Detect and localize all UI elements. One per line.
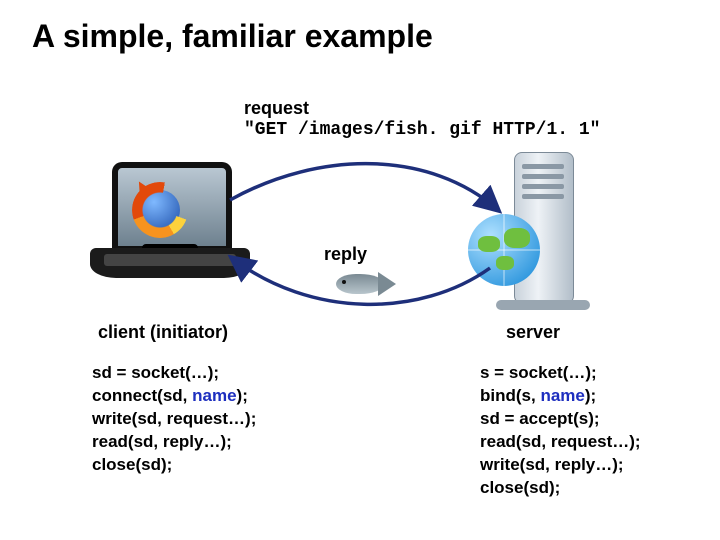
request-label: request	[244, 98, 309, 119]
slide: A simple, familiar example request "GET …	[0, 0, 720, 540]
client-code-line: write(sd, request…);	[92, 408, 256, 431]
client-label: client (initiator)	[98, 322, 228, 343]
fish-icon	[322, 270, 400, 300]
client-code-line: read(sd, reply…);	[92, 431, 256, 454]
server-code: s = socket(…); bind(s, name); sd = accep…	[480, 362, 641, 500]
reply-label: reply	[324, 244, 367, 265]
server-code-line: sd = accept(s);	[480, 408, 641, 431]
server-code-line: read(sd, request…);	[480, 431, 641, 454]
firefox-icon	[130, 180, 190, 240]
server-code-line: close(sd);	[480, 477, 641, 500]
client-code-line: close(sd);	[92, 454, 256, 477]
slide-title: A simple, familiar example	[32, 18, 433, 55]
client-code-line: sd = socket(…);	[92, 362, 256, 385]
request-text: "GET /images/fish. gif HTTP/1. 1"	[244, 120, 600, 140]
client-code-line: connect(sd, name);	[92, 385, 256, 408]
client-code: sd = socket(…); connect(sd, name); write…	[92, 362, 256, 477]
server-code-line: bind(s, name);	[480, 385, 641, 408]
server-label: server	[506, 322, 560, 343]
server-code-line: s = socket(…);	[480, 362, 641, 385]
request-arrow-icon	[230, 164, 498, 210]
server-code-line: write(sd, reply…);	[480, 454, 641, 477]
globe-icon	[468, 214, 540, 286]
